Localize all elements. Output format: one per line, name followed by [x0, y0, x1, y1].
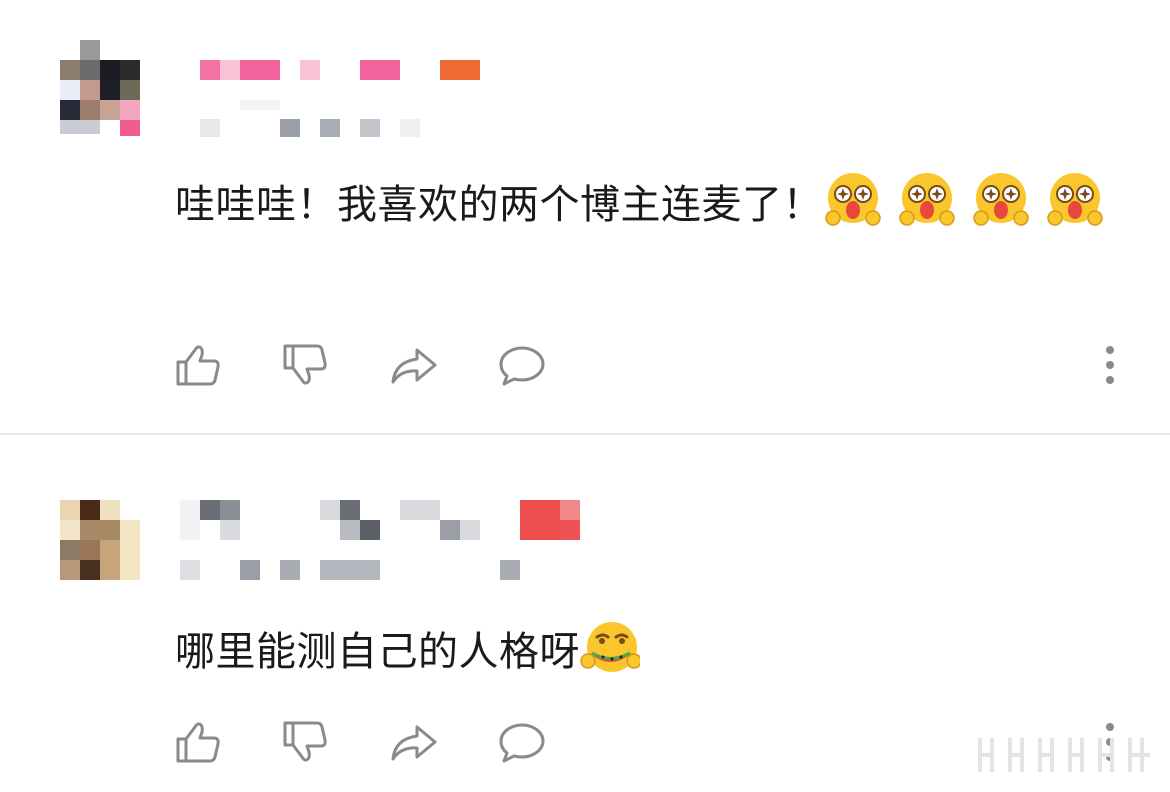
starry-eyes-emoji-icon — [1045, 170, 1105, 230]
comment-text: 哪里能测自己的人格呀 — [175, 629, 580, 675]
reply-button[interactable] — [497, 717, 547, 767]
comment-item: 哇哇哇！我喜欢的两个博主连麦了！ — [0, 0, 1170, 434]
comment-bubble-icon — [499, 346, 545, 386]
reply-button[interactable] — [497, 340, 547, 390]
thumbs-up-icon — [176, 722, 220, 763]
more-options-button[interactable] — [1093, 340, 1127, 390]
username-pixelated[interactable] — [180, 52, 600, 88]
like-button[interactable] — [174, 717, 224, 767]
thumbs-down-icon — [283, 344, 327, 385]
share-arrow-icon — [391, 725, 437, 761]
share-arrow-icon — [391, 348, 437, 384]
dislike-button[interactable] — [281, 340, 331, 390]
watermelon-eating-emoji-icon — [580, 617, 640, 677]
like-button[interactable] — [174, 340, 224, 390]
share-button[interactable] — [389, 340, 439, 390]
meta-info-pixelated — [180, 555, 600, 585]
user-avatar[interactable] — [60, 500, 140, 580]
watermark-logo — [978, 738, 1150, 772]
starry-eyes-emoji-icon — [823, 170, 883, 230]
thumbs-down-icon — [283, 721, 327, 762]
dislike-button[interactable] — [281, 717, 331, 767]
user-avatar[interactable] — [60, 40, 140, 120]
comment-text: 哇哇哇！我喜欢的两个博主连麦了！ — [175, 182, 823, 228]
starry-eyes-emoji-icon — [897, 170, 957, 230]
comment-bubble-icon — [499, 723, 545, 763]
comment-body: 哪里能测自己的人格呀 — [175, 617, 1125, 686]
meta-info-pixelated — [180, 95, 600, 145]
comment-body: 哇哇哇！我喜欢的两个博主连麦了！ — [175, 170, 1125, 239]
username-pixelated[interactable] — [180, 495, 600, 543]
share-button[interactable] — [389, 717, 439, 767]
thumbs-up-icon — [176, 345, 220, 386]
starry-eyes-emoji-icon — [971, 170, 1031, 230]
